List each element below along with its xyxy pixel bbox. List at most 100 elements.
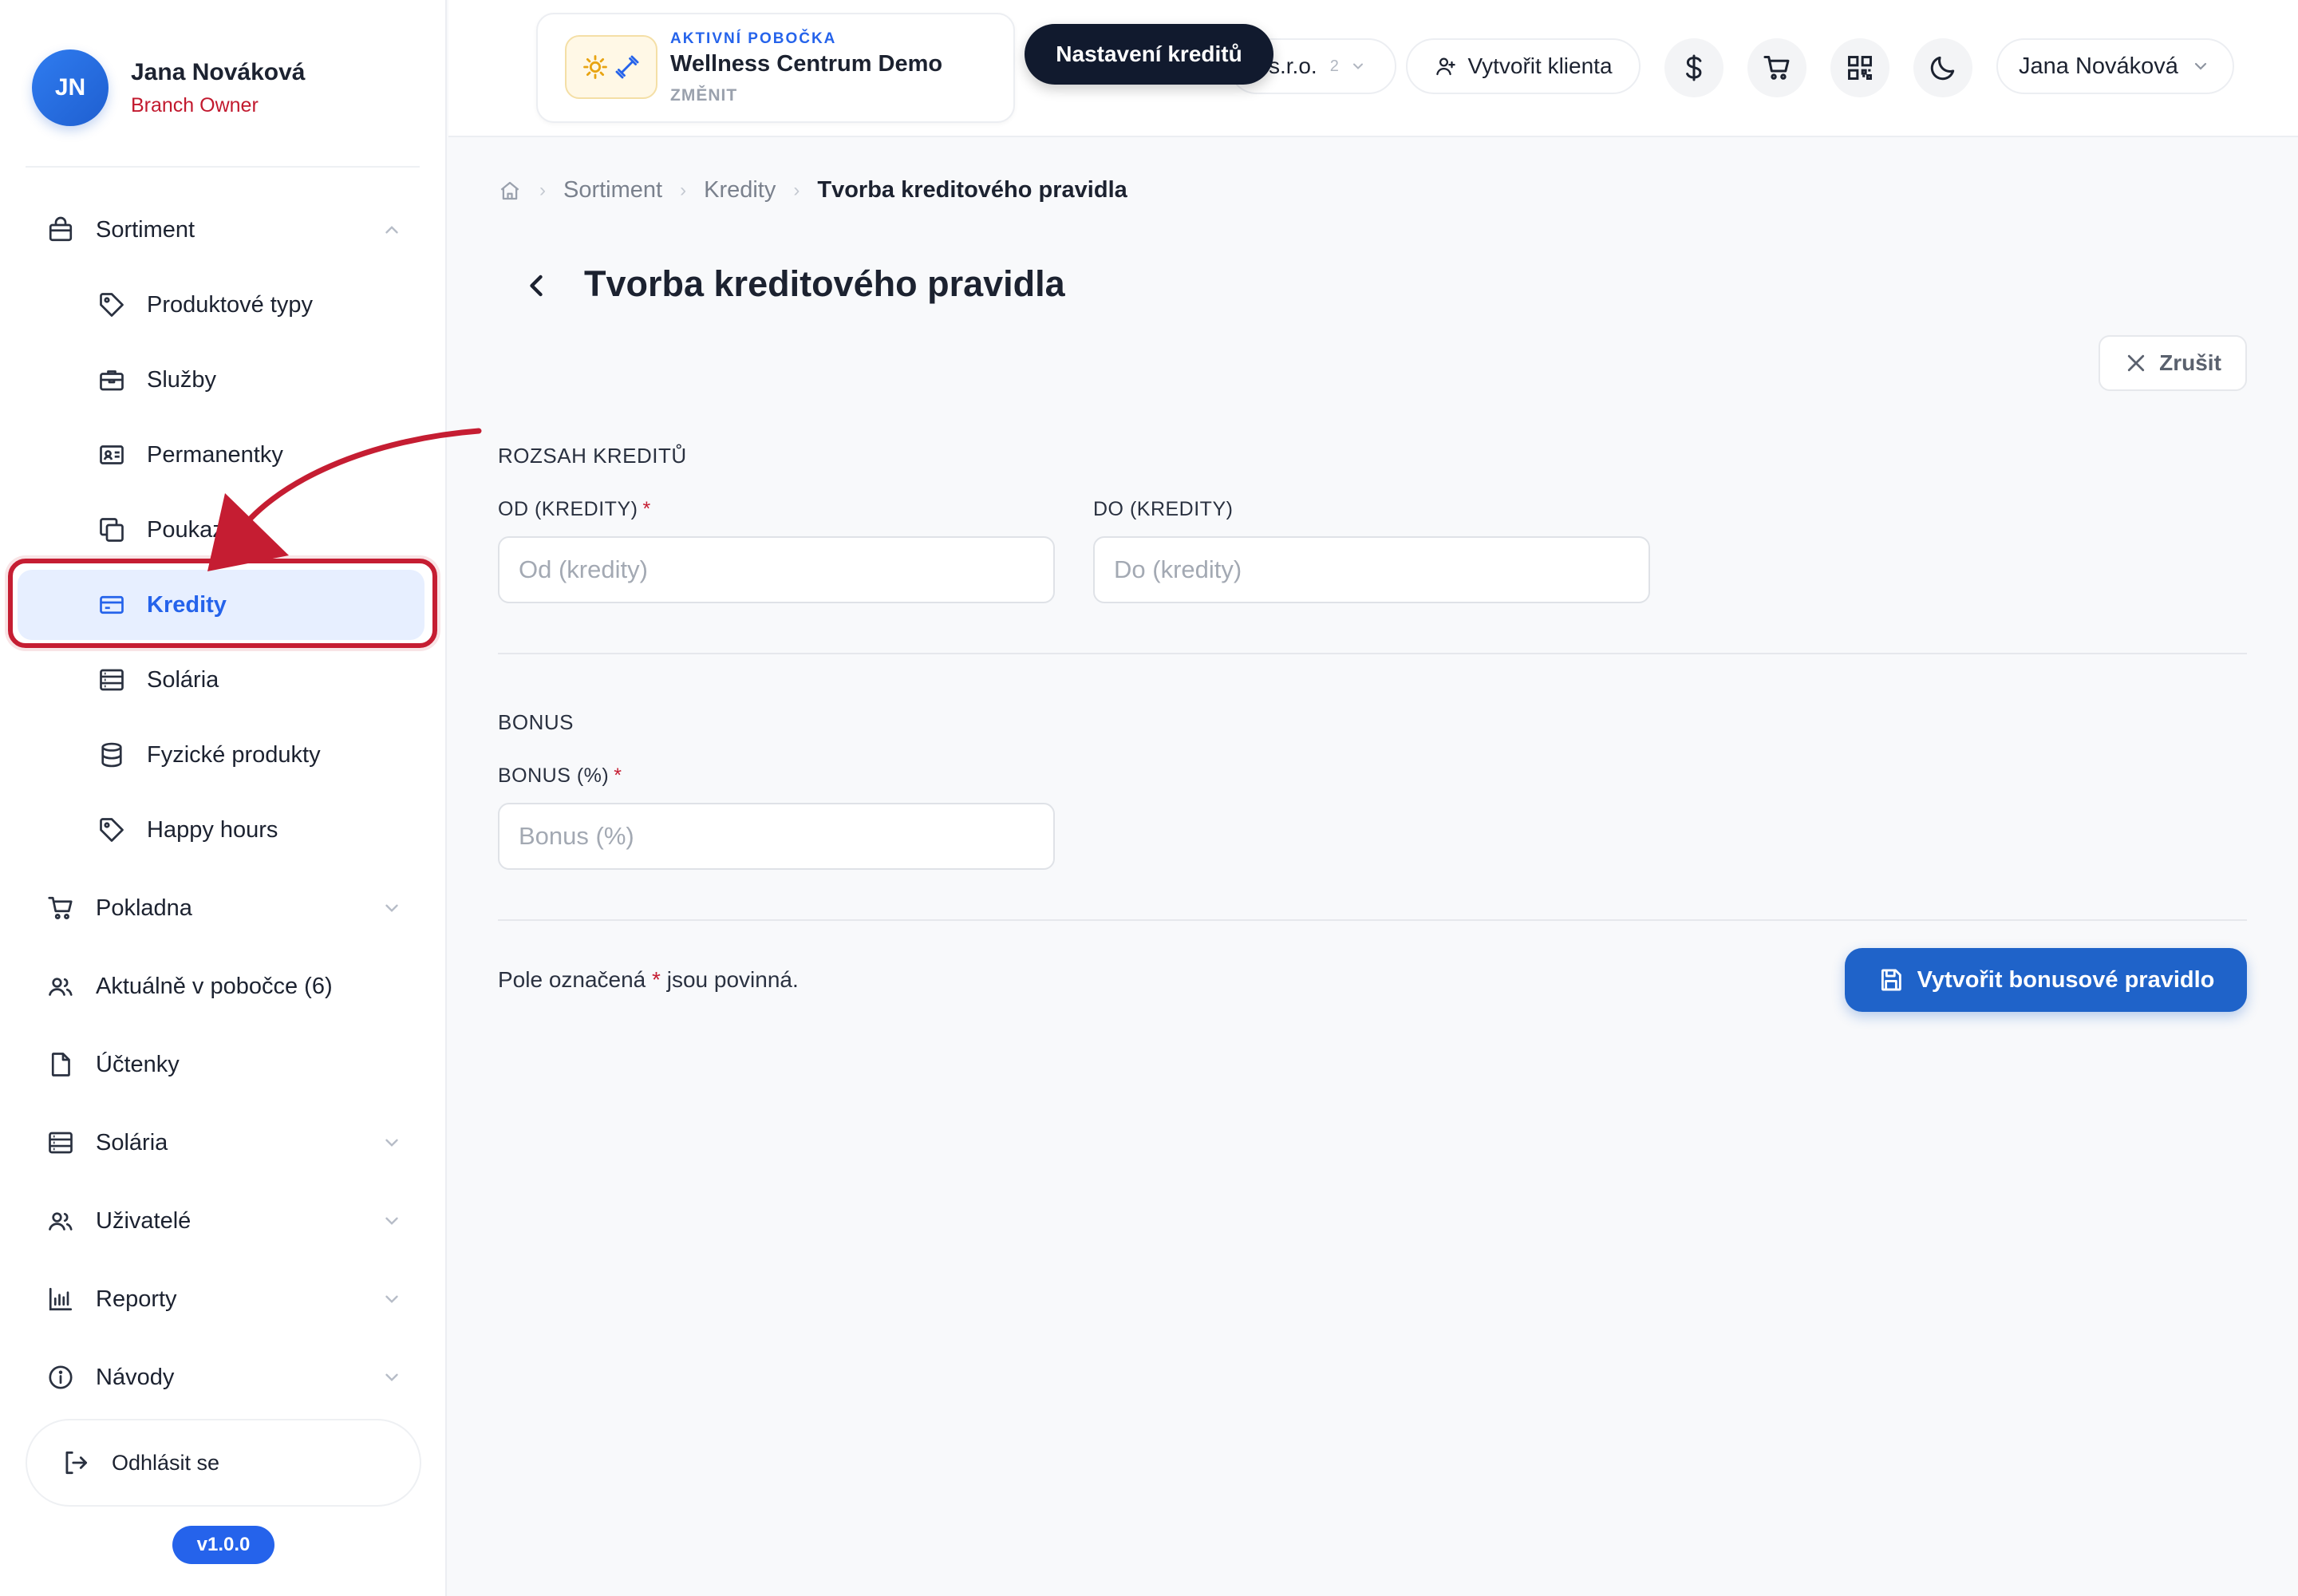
back-icon[interactable] [519,268,554,303]
tag-icon [97,290,126,319]
cart-button[interactable] [1747,38,1806,97]
from-credits-label: OD (KREDITY) * [498,498,651,521]
sidebar-item-poukazy[interactable]: Poukazy [0,498,447,562]
bonus-label: BONUS (%) * [498,764,622,788]
cancel-label: Zrušit [2159,350,2221,375]
logout-button[interactable]: Odhlásit se [26,1419,421,1507]
qr-code-icon [1845,53,1875,83]
users-icon [46,972,75,1001]
note-text-before: Pole označená [498,967,646,992]
highlight-annotation [8,559,437,648]
from-credits-input[interactable] [498,536,1055,603]
sidebar-item-uzivatele[interactable]: Uživatelé [0,1189,447,1253]
sidebar-item-label: Fyzické produkty [147,741,321,768]
cancel-button[interactable]: Zrušit [2099,335,2247,391]
sidebar-item-fyzicke-produkty[interactable]: Fyzické produkty [0,723,447,787]
page-title: Tvorba kreditového pravidla [584,263,1065,304]
to-credits-input[interactable] [1093,536,1650,603]
chevron-down-icon [381,1367,402,1388]
sidebar-item-label: Happy hours [147,816,278,843]
moon-icon [1928,53,1958,83]
info-icon [46,1363,75,1392]
copy-icon [97,516,126,544]
server-icon [97,666,126,694]
users-icon [46,1207,75,1235]
sidebar: JN Jana Nováková Branch Owner Sortiment … [0,0,447,1596]
required-marker: * [642,498,651,520]
sidebar-item-label: Aktuálně v pobočce (6) [96,973,333,999]
sidebar-item-label: Pokladna [96,895,192,921]
id-card-icon [97,440,126,469]
chevron-down-icon [381,1132,402,1153]
sidebar-item-solaria-sub[interactable]: Solária [0,648,447,712]
sidebar-item-label: Solária [96,1129,168,1156]
sidebar-item-label: Permanentky [147,441,283,468]
sidebar-item-label: Uživatelé [96,1207,192,1234]
section-divider [498,919,2247,921]
profile-role: Branch Owner [131,93,259,117]
required-marker: * [614,764,622,787]
sidebar-item-label: Poukazy [147,516,236,543]
cart-icon [46,894,75,922]
sidebar-item-happy-hours[interactable]: Happy hours [0,798,447,862]
dumbbell-icon [614,53,641,81]
user-profile[interactable]: JN Jana Nováková Branch Owner [32,49,305,126]
breadcrumb: › Sortiment › Kredity › Tvorba kreditové… [498,177,1127,203]
branch-name: Wellness Centrum Demo [670,51,943,77]
create-bonus-rule-label: Vytvořit bonusové pravidlo [1917,966,2215,993]
dollar-icon [1679,53,1709,83]
sidebar-item-uctenky[interactable]: Účtenky [0,1033,447,1096]
sidebar-item-label: Účtenky [96,1051,180,1077]
sidebar-item-sluzby[interactable]: Služby [0,348,447,412]
user-menu[interactable]: Jana Nováková [1996,38,2234,94]
create-bonus-rule-button[interactable]: Vytvořit bonusové pravidlo [1845,948,2247,1012]
server-icon [46,1128,75,1157]
from-credits-label-text: OD (KREDITY) [498,498,638,520]
briefcase-icon [97,365,126,394]
section-divider [498,653,2247,654]
breadcrumb-separator: › [680,179,687,201]
sidebar-item-solaria[interactable]: Solária [0,1111,447,1175]
database-icon [97,741,126,769]
bonus-input[interactable] [498,803,1055,870]
close-icon [2124,351,2148,375]
company-count: 2 [1329,57,1339,75]
chevron-down-icon [381,1289,402,1310]
cart-icon [1762,53,1792,83]
theme-toggle-button[interactable] [1913,38,1972,97]
sidebar-item-label: Návody [96,1364,175,1390]
create-client-button[interactable]: Vytvořit klienta [1406,38,1641,94]
profile-name: Jana Nováková [131,58,306,85]
sun-icon [582,53,609,81]
avatar: JN [32,49,109,126]
bar-chart-icon [46,1285,75,1314]
chevron-down-icon [1350,58,1366,74]
sidebar-item-pokladna[interactable]: Pokladna [0,876,447,940]
sidebar-item-produktove-typy[interactable]: Produktové typy [0,273,447,337]
user-menu-name: Jana Nováková [2019,53,2178,79]
divider [26,166,420,168]
bonus-label-text: BONUS (%) [498,764,610,787]
user-plus-icon [1434,54,1458,78]
required-fields-note: Pole označená * jsou povinná. [498,967,799,993]
branch-change-link[interactable]: ZMĚNIT [670,86,737,105]
note-text-after: jsou povinná. [666,967,799,992]
section-title-bonus: BONUS [498,710,574,734]
sidebar-item-label: Služby [147,366,217,393]
qr-button[interactable] [1830,38,1889,97]
active-branch-card[interactable]: AKTIVNÍ POBOČKA Wellness Centrum Demo ZM… [536,13,1015,123]
sidebar-item-permanentky[interactable]: Permanentky [0,423,447,487]
sidebar-item-navody[interactable]: Návody [0,1345,447,1409]
pricing-button[interactable] [1664,38,1724,97]
breadcrumb-link-sortiment[interactable]: Sortiment [563,177,662,203]
tag-icon [97,816,126,844]
breadcrumb-link-kredity[interactable]: Kredity [704,177,776,203]
chevron-up-icon [381,219,402,240]
save-icon [1877,966,1905,994]
home-icon[interactable] [498,179,522,203]
sidebar-item-reporty[interactable]: Reporty [0,1267,447,1331]
sidebar-item-label: Sortiment [96,216,195,243]
branch-kicker: AKTIVNÍ POBOČKA [670,30,837,47]
sidebar-item-sortiment[interactable]: Sortiment [0,198,447,262]
sidebar-item-aktualne[interactable]: Aktuálně v pobočce (6) [0,954,447,1018]
